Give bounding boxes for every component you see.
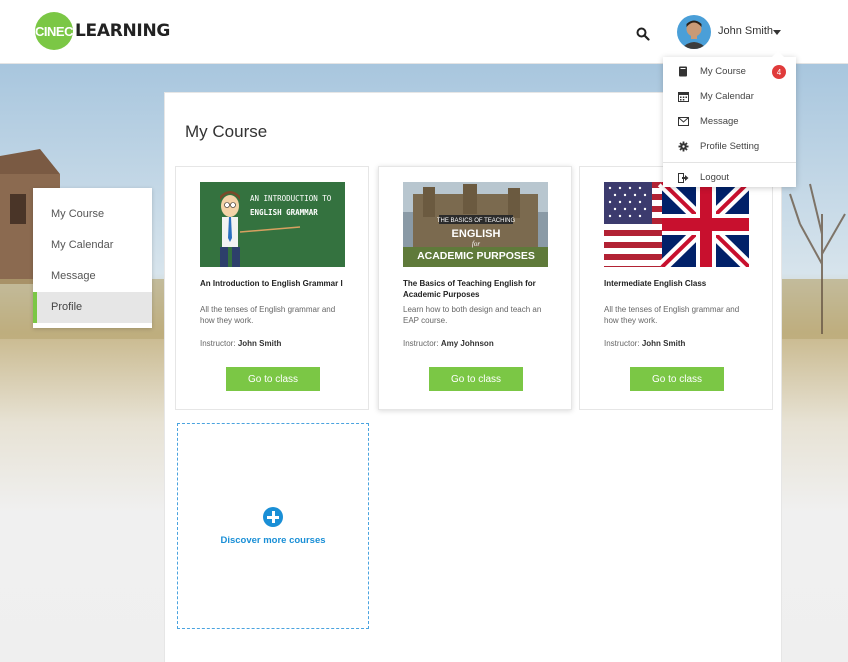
calendar-icon [677, 91, 689, 103]
course-instructor: Instructor: Amy Johnson [403, 339, 494, 348]
go-to-class-button[interactable]: Go to class [630, 367, 724, 391]
course-card: Intermediate English Class All the tense… [579, 166, 773, 410]
logout-icon [677, 172, 689, 184]
instructor-label: Instructor: [604, 339, 640, 348]
course-description: All the tenses of English grammar and ho… [604, 305, 740, 325]
dropdown-item-message[interactable]: Message [663, 109, 796, 134]
thumb-line-2: ENGLISH [452, 228, 501, 240]
course-title[interactable]: The Basics of Teaching English for Acade… [403, 278, 553, 300]
logo-text: LEARNING [75, 21, 171, 41]
thumb-line-1: THE BASICS OF TEACHING [437, 218, 516, 224]
notification-badge: 4 [772, 65, 786, 79]
dropdown-item-my-course[interactable]: My Course 4 [663, 59, 796, 84]
course-title[interactable]: An Introduction to English Grammar I [200, 278, 350, 289]
course-card: AN INTRODUCTION TO ENGLISH GRAMMAR An In… [175, 166, 369, 410]
gear-icon [677, 141, 689, 153]
go-to-class-button[interactable]: Go to class [226, 367, 320, 391]
envelope-icon [677, 116, 689, 128]
discover-label[interactable]: Discover more courses [220, 535, 325, 546]
course-description: Learn how to both design and teach an EA… [403, 305, 542, 325]
course-card: THE BASICS OF TEACHING ENGLISH for ACADE… [378, 166, 572, 410]
course-instructor: Instructor: John Smith [200, 339, 281, 348]
course-thumbnail[interactable]: THE BASICS OF TEACHING ENGLISH for ACADE… [403, 182, 548, 267]
search-icon[interactable] [636, 27, 650, 41]
dropdown-item-label: Profile Setting [700, 141, 760, 152]
sidebar-item-my-calendar[interactable]: My Calendar [33, 230, 152, 261]
dropdown-item-label: My Course [700, 66, 746, 77]
thumb-line-4: ACADEMIC PURPOSES [417, 250, 535, 262]
sidebar-nav: My Course My Calendar Message Profile [33, 188, 152, 328]
book-icon [677, 66, 689, 78]
dropdown-item-profile-setting[interactable]: Profile Setting [663, 134, 796, 159]
dropdown-item-label: Message [700, 116, 739, 127]
instructor-label: Instructor: [200, 339, 236, 348]
logo-badge-text: CINEC [35, 23, 73, 39]
course-title[interactable]: Intermediate English Class [604, 278, 754, 289]
course-instructor: Instructor: John Smith [604, 339, 685, 348]
dropdown-divider [663, 162, 796, 163]
go-to-class-button[interactable]: Go to class [429, 367, 523, 391]
sidebar-item-message[interactable]: Message [33, 261, 152, 292]
avatar[interactable] [677, 15, 711, 49]
thumb-line-1: AN INTRODUCTION TO [250, 194, 332, 203]
course-description: All the tenses of English grammar and ho… [200, 305, 336, 325]
page-title: My Course [185, 122, 268, 141]
top-header: CINEC LEARNING John Smith [0, 0, 848, 64]
logo-badge: CINEC [35, 12, 73, 50]
thumb-line-3: for [472, 240, 480, 248]
user-dropdown-menu: My Course 4 My Calendar Message Profile … [663, 51, 796, 190]
dropdown-item-label: My Calendar [700, 91, 754, 102]
sidebar-item-profile[interactable]: Profile [33, 292, 152, 323]
discover-more-courses[interactable]: Discover more courses [177, 423, 369, 629]
instructor-name: John Smith [237, 339, 282, 348]
course-thumbnail[interactable] [604, 182, 749, 267]
chevron-down-icon[interactable] [773, 30, 781, 35]
logo[interactable]: CINEC LEARNING [35, 12, 170, 50]
dropdown-item-logout[interactable]: Logout [663, 165, 796, 190]
user-name[interactable]: John Smith [718, 25, 773, 37]
dropdown-item-label: Logout [700, 172, 730, 183]
thumb-line-2: ENGLISH GRAMMAR [250, 208, 318, 217]
sidebar-item-my-course[interactable]: My Course [33, 199, 152, 230]
dropdown-item-my-calendar[interactable]: My Calendar [663, 84, 796, 109]
course-thumbnail[interactable]: AN INTRODUCTION TO ENGLISH GRAMMAR [200, 182, 345, 267]
instructor-name: John Smith [641, 339, 686, 348]
instructor-label: Instructor: [403, 339, 439, 348]
plus-circle-icon[interactable] [263, 506, 283, 527]
instructor-name: Amy Johnson [440, 339, 494, 348]
